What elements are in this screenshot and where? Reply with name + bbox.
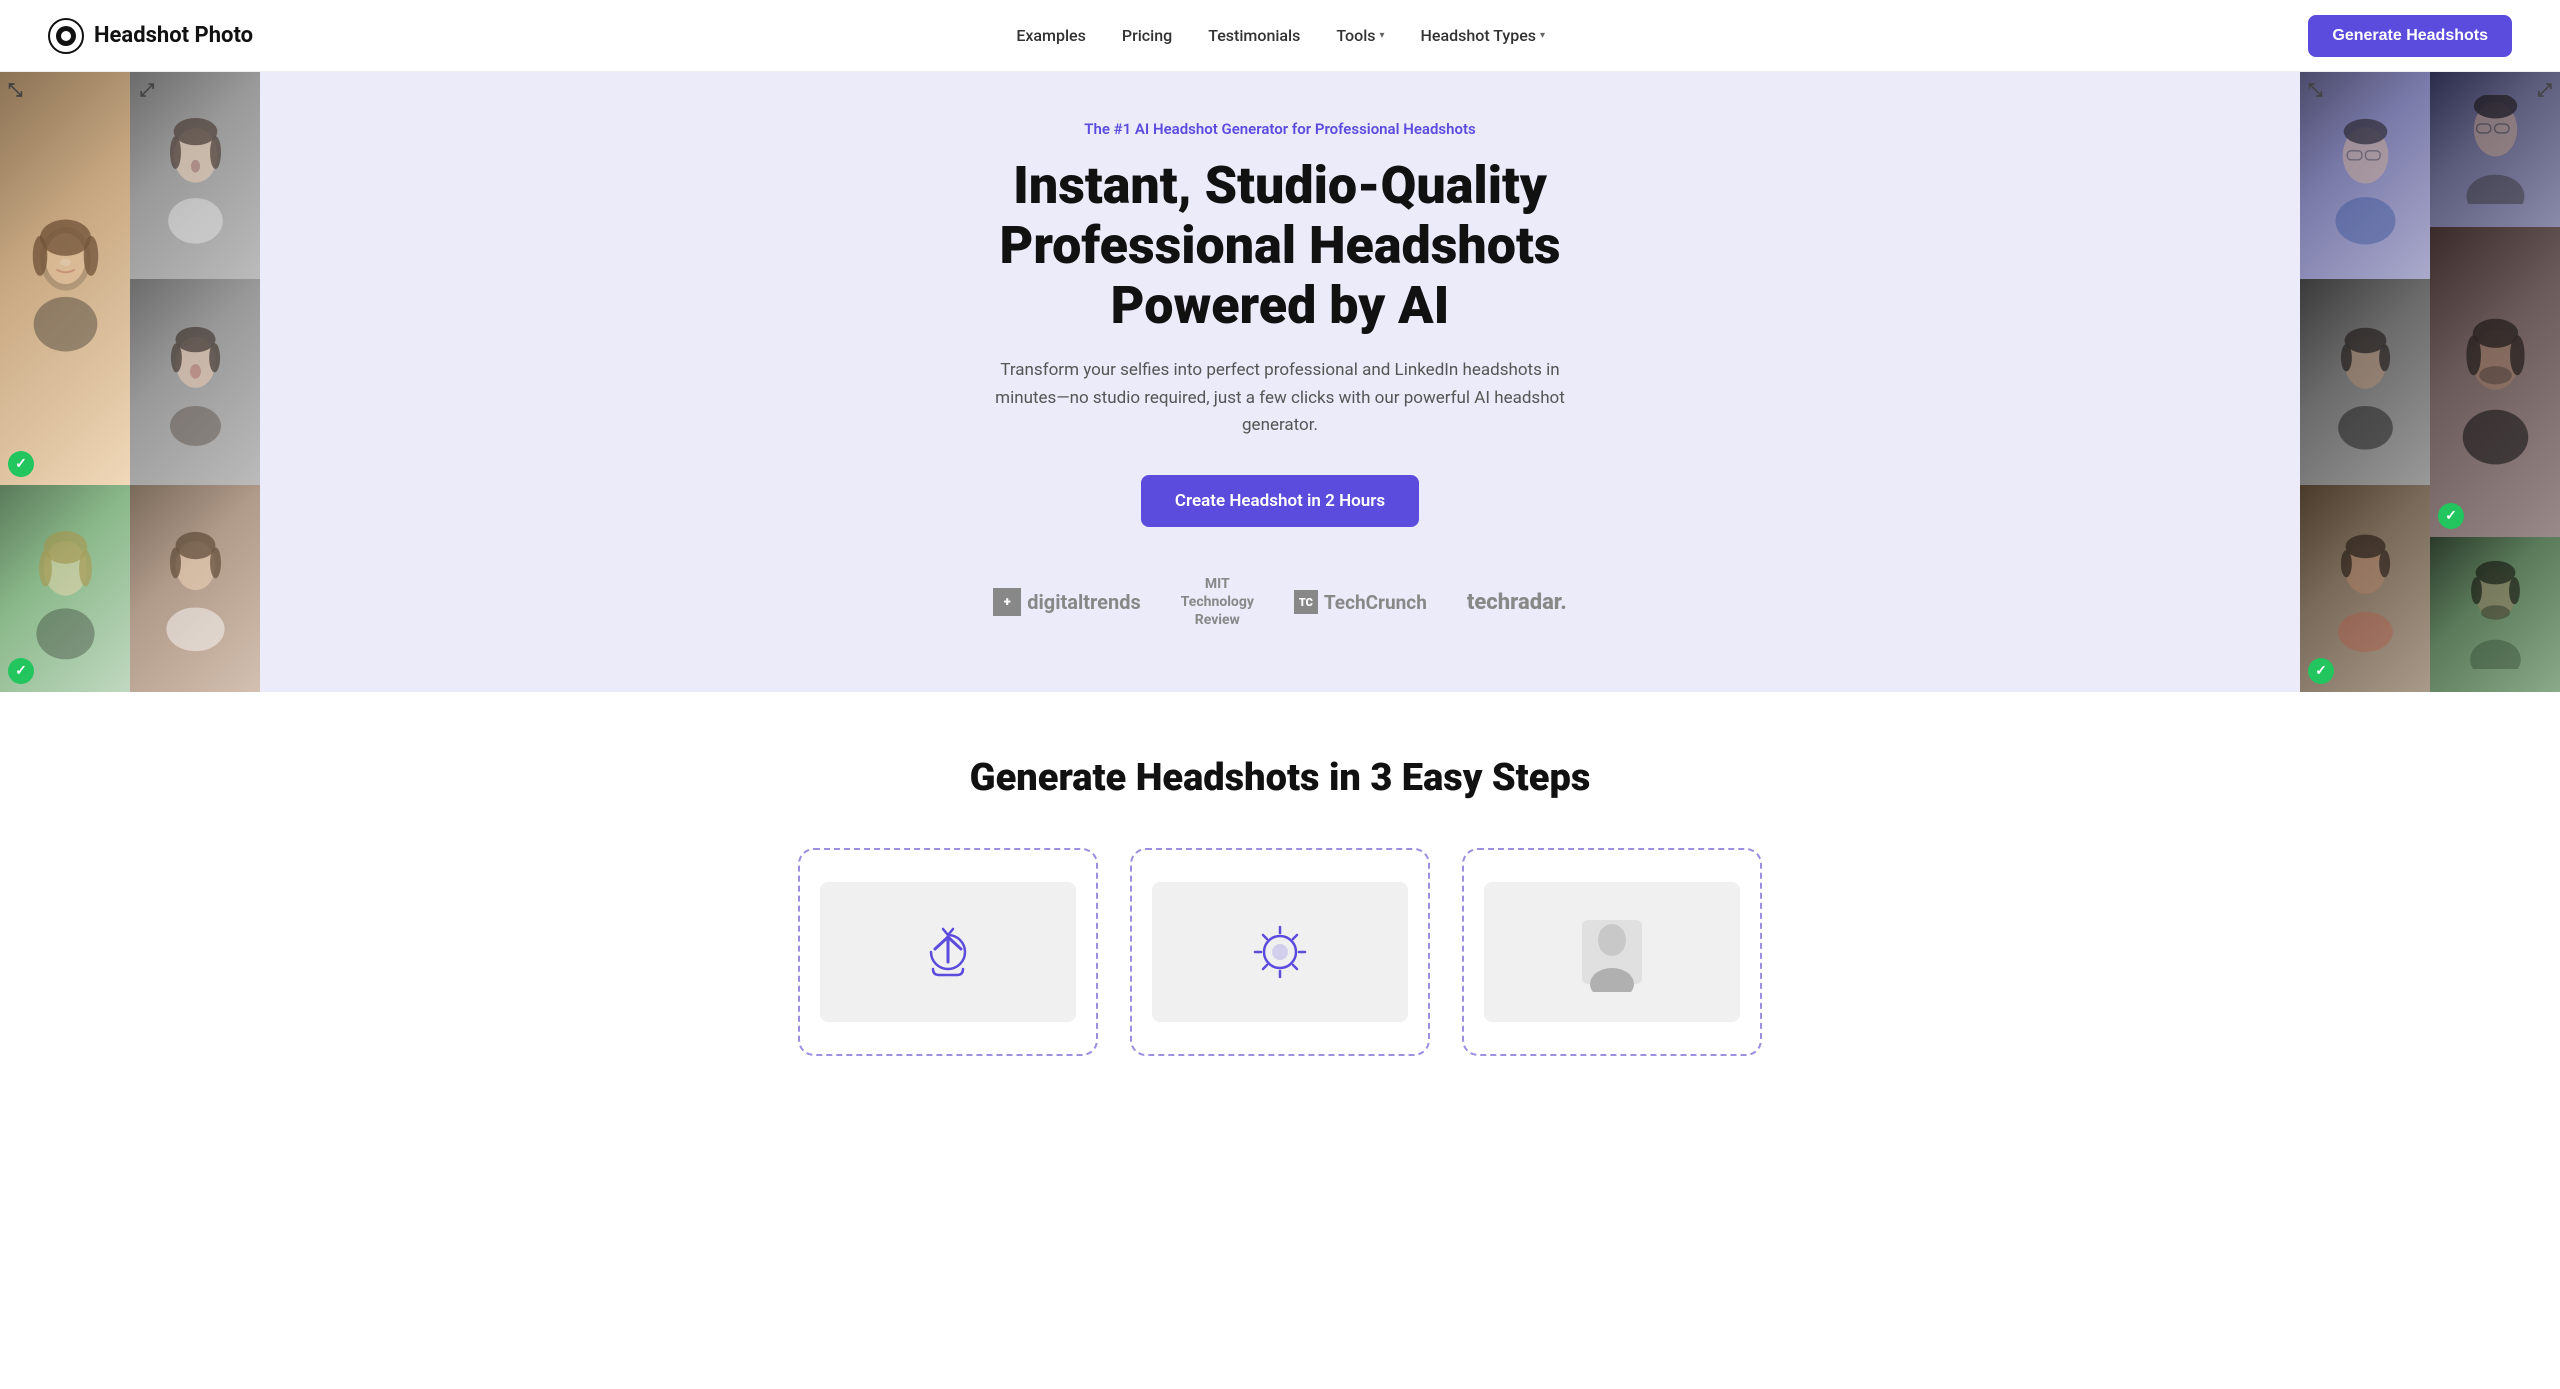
dt-icon: + [993,588,1021,616]
steps-grid [48,848,2512,1056]
press-logos: + digitaltrends MITTechnologyReview TC T… [950,575,1610,630]
photo-female-outdoor: ✓ [0,485,130,692]
step-card-2 [1130,848,1430,1056]
upload-icon [913,917,983,987]
result-photo-icon [1572,912,1652,992]
nav-menu: Examples Pricing Testimonials Tools ▾ He… [1016,26,1545,45]
photo-female-white-dress [130,485,260,692]
photo-male-dark-large: ✓ [2430,227,2560,537]
press-mit: MITTechnologyReview [1181,575,1254,630]
mit-label: MITTechnologyReview [1181,575,1254,630]
photo-male-beard-bottom [2430,537,2560,692]
dt-label: digitaltrends [1027,590,1141,614]
hero-cta-button[interactable]: Create Headshot in 2 Hours [1141,475,1419,527]
steps-title: Generate Headshots in 3 Easy Steps [48,756,2512,800]
expand-right-tl-icon: ⤡ [2308,80,2322,101]
hero-photos-left: ⤡ ⤢ ✓ [0,72,260,692]
nav-item-examples[interactable]: Examples [1016,26,1086,45]
logo-link[interactable]: Headshot Photo [48,18,253,54]
step-3-visual [1484,882,1740,1022]
hero-photos-right: ⤡ ⤢ [2300,72,2560,692]
tc-icon: TC [1294,590,1318,614]
press-techcrunch: TC TechCrunch [1294,590,1427,614]
hero-section: ⤡ ⤢ ✓ [0,72,2560,692]
expand-tl-icon: ⤡ [8,80,22,101]
step-1-visual [820,882,1076,1022]
chevron-down-icon: ▾ [1540,30,1545,41]
press-techradar: techradar. [1467,590,1567,615]
photo-female-surprised-top [130,72,260,279]
nav-item-headshot-types[interactable]: Headshot Types ▾ [1421,26,1546,45]
step-card-1 [798,848,1098,1056]
logo-icon [48,18,84,54]
step-card-3 [1462,848,1762,1056]
step-2-visual [1152,882,1408,1022]
hero-tag: The #1 AI Headshot Generator for Profess… [950,120,1610,138]
expand-tr-icon: ⤢ [140,80,154,101]
chevron-down-icon: ▾ [1380,30,1385,41]
right-col-1: ✓ [2300,72,2430,692]
logo-text: Headshot Photo [94,23,253,48]
photo-male-colorful: ✓ [2300,485,2430,692]
check-badge-right-1: ✓ [2308,658,2334,684]
ai-sparkle-icon [1245,917,1315,987]
expand-right-tr-icon: ⤢ [2538,80,2552,101]
photo-female-surprised-mid [130,279,260,486]
photo-female-brunette: ✓ [0,72,130,485]
nav-item-testimonials[interactable]: Testimonials [1208,26,1300,45]
steps-section: Generate Headshots in 3 Easy Steps [0,692,2560,1096]
hero-center: The #1 AI Headshot Generator for Profess… [930,120,1630,630]
photo-male-dark-top [2300,279,2430,486]
generate-headshots-button[interactable]: Generate Headshots [2308,15,2512,57]
check-badge-3: ✓ [8,658,34,684]
tc-label: TechCrunch [1324,591,1427,614]
techradar-label: techradar. [1467,590,1567,615]
hero-subtitle: Transform your selfies into perfect prof… [990,357,1570,439]
navbar: Headshot Photo Examples Pricing Testimon… [0,0,2560,72]
left-col-2 [130,72,260,692]
photo-male-glasses-top [2300,72,2430,279]
press-digitaltrends: + digitaltrends [993,588,1141,616]
check-badge-right-2: ✓ [2438,503,2464,529]
hero-title: Instant, Studio-Quality Professional Hea… [950,156,1610,335]
left-col-1: ✓ ✓ [0,72,130,692]
nav-item-pricing[interactable]: Pricing [1122,26,1172,45]
right-col-2: ✓ [2430,72,2560,692]
nav-item-tools[interactable]: Tools ▾ [1336,26,1384,45]
